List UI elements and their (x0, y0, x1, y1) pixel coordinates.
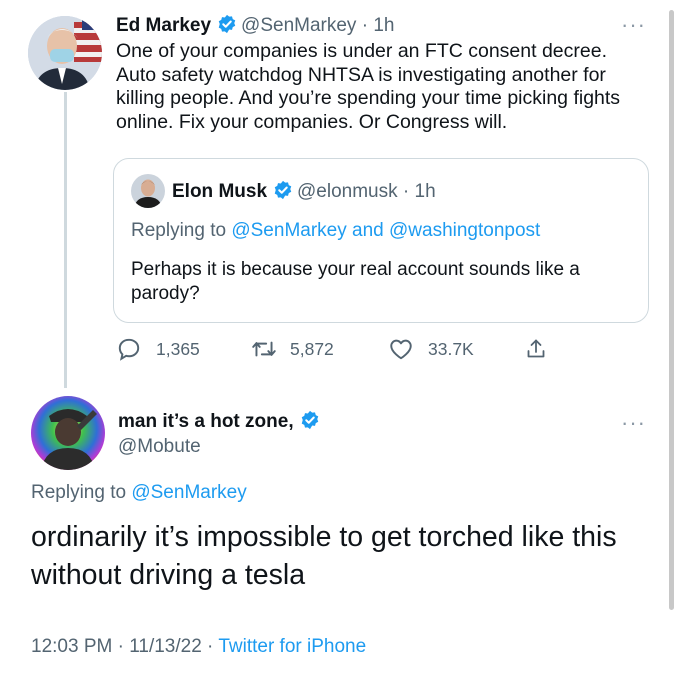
avatar-image (31, 396, 105, 470)
reply-author-name[interactable]: man it’s a hot zone, (118, 411, 294, 432)
share-icon (527, 339, 545, 358)
quoted-header: Elon Musk @elonmusk · 1h (172, 180, 436, 205)
tweet-text: One of your companies is under an FTC co… (116, 40, 621, 133)
separator-dot: · (201, 636, 219, 657)
separator-dot: · (356, 15, 374, 36)
reply-text: ordinarily it’s impossible to get torche… (31, 521, 617, 591)
source-link[interactable]: Twitter for iPhone (218, 636, 366, 657)
replying-prefix: Replying to (131, 220, 227, 241)
verified-badge-icon (300, 410, 320, 435)
separator-dot: · (397, 181, 415, 202)
avatar-mobute[interactable] (31, 396, 105, 470)
avatar-image (28, 16, 102, 90)
like-icon (390, 339, 412, 360)
verified-badge-icon (273, 180, 293, 205)
reply-author-name-row: man it’s a hot zone, (118, 410, 324, 435)
avatar-ed-markey[interactable] (28, 16, 102, 90)
reply-replying-to: Replying to @SenMarkey (31, 482, 247, 504)
retweet-count: 5,872 (290, 339, 334, 359)
replying-and[interactable]: and (352, 220, 384, 241)
author-name[interactable]: Ed Markey (116, 15, 211, 36)
thread-line (64, 92, 67, 388)
verified-badge-icon (217, 14, 237, 39)
action-bar: 1,365 5,872 33.7K (116, 336, 576, 362)
tweet-header: Ed Markey @SenMarkey · 1h (116, 14, 394, 39)
quoted-author-handle[interactable]: @elonmusk (297, 181, 398, 202)
retweet-icon (252, 341, 276, 357)
quoted-replying-to: Replying to @SenMarkey and @washingtonpo… (131, 220, 540, 242)
timestamp-date[interactable]: 11/13/22 (129, 636, 202, 657)
reply-author-handle[interactable]: @Mobute (118, 436, 201, 458)
mention-link[interactable]: @SenMarkey (131, 482, 246, 503)
reply-timestamp-row: 12:03 PM · 11/13/22 · Twitter for iPhone (31, 636, 366, 658)
separator-dot: · (112, 636, 130, 657)
share-button[interactable] (524, 336, 548, 367)
avatar-elon-musk[interactable] (131, 174, 165, 208)
replying-prefix: Replying to (31, 482, 127, 503)
avatar-image (131, 174, 165, 208)
quoted-text: Perhaps it is because your real account … (131, 259, 580, 304)
reply-count: 1,365 (156, 339, 200, 359)
more-options-icon[interactable]: ··· (621, 12, 646, 38)
mention-link[interactable]: @SenMarkey (231, 220, 346, 241)
timestamp-time[interactable]: 12:03 PM (31, 636, 112, 657)
mention-link[interactable]: @washingtonpost (389, 220, 540, 241)
tweet-time[interactable]: 1h (373, 15, 394, 36)
like-count: 33.7K (428, 339, 474, 359)
quoted-time[interactable]: 1h (415, 181, 436, 202)
quoted-author-name[interactable]: Elon Musk (172, 181, 267, 202)
author-handle[interactable]: @SenMarkey (241, 15, 356, 36)
more-options-icon[interactable]: ··· (621, 410, 646, 436)
reply-icon (118, 338, 140, 361)
scrollbar[interactable] (669, 10, 674, 610)
